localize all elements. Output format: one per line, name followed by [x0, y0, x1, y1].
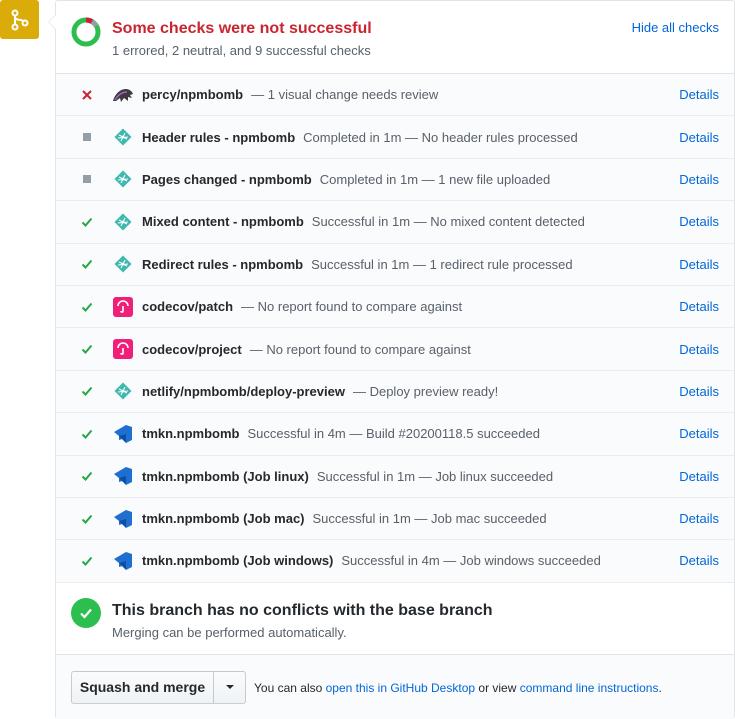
check-details-link[interactable]: Details: [679, 469, 719, 484]
git-merge-icon: [0, 0, 39, 39]
check-icon: [80, 257, 94, 271]
check-row: Header rules - npmbomb Completed in 1m — …: [56, 116, 734, 159]
alternate-merge-text: You can also open this in GitHub Desktop…: [254, 680, 662, 695]
check-row: codecov/patch — No report found to compar…: [56, 285, 734, 329]
check-description: Completed in 1m — 1 new file uploaded: [319, 171, 551, 187]
check-icon: [80, 512, 94, 526]
check-name: codecov/patch: [142, 299, 234, 315]
check-details-link[interactable]: Details: [679, 172, 719, 187]
netlify-icon: [112, 380, 134, 402]
check-description: — 1 visual change needs review: [251, 87, 439, 103]
check-icon: [80, 469, 94, 483]
caret-down-icon: [225, 685, 234, 690]
check-row: tmkn.npmbomb (Job mac) Successful in 1m —…: [56, 497, 734, 541]
square-icon: [80, 130, 94, 144]
check-description: Successful in 1m — No mixed content dete…: [311, 214, 585, 230]
check-name: codecov/project: [142, 341, 242, 357]
check-name: Pages changed - npmbomb: [142, 171, 312, 187]
check-name: tmkn.npmbomb (Job mac): [142, 511, 305, 527]
check-details-link[interactable]: Details: [679, 299, 719, 314]
check-row: tmkn.npmbomb (Job linux) Successful in 1m…: [56, 455, 734, 498]
check-row: Redirect rules - npmbomb Successful in 1m…: [56, 243, 734, 286]
check-icon: [80, 215, 94, 229]
azure-icon: [112, 550, 134, 572]
azure-icon: [112, 508, 134, 530]
check-circle-icon: [71, 597, 101, 628]
check-name: Header rules - npmbomb: [142, 129, 296, 145]
check-description: Successful in 4m — Build #20200118.5 suc…: [247, 426, 540, 442]
check-row: tmkn.npmbomb (Job windows) Successful in …: [56, 540, 734, 583]
command-line-instructions-link[interactable]: command line instructions: [520, 681, 659, 695]
check-name: netlify/npmbomb/deploy-preview: [142, 383, 345, 399]
check-name: tmkn.npmbomb (Job windows): [142, 553, 334, 569]
check-details-link[interactable]: Details: [679, 426, 719, 441]
check-details-link[interactable]: Details: [679, 214, 719, 229]
check-details-link[interactable]: Details: [679, 130, 719, 145]
check-description: — No report found to compare against: [241, 299, 463, 315]
check-icon: [80, 427, 94, 441]
check-description: Completed in 1m — No header rules proces…: [303, 129, 578, 145]
conflicts-subtitle: Merging can be performed automatically.: [112, 624, 347, 640]
check-description: Successful in 4m — Job windows succeeded: [341, 553, 601, 569]
merge-button-group: Squash and merge: [71, 670, 246, 704]
check-icon: [80, 342, 94, 356]
check-row: tmkn.npmbomb Successful in 4m — Build #20…: [56, 413, 734, 456]
check-icon: [80, 554, 94, 568]
check-name: Mixed content - npmbomb: [142, 214, 304, 230]
netlify-icon: [112, 126, 134, 148]
squash-and-merge-button[interactable]: Squash and merge: [71, 670, 214, 704]
check-description: Successful in 1m — 1 redirect rule proce…: [311, 256, 573, 272]
checks-list: percy/npmbomb — 1 visual change needs rev…: [56, 74, 734, 583]
checks-status-summary: 1 errored, 2 neutral, and 9 successful c…: [112, 43, 371, 58]
check-description: Successful in 1m — Job mac succeeded: [312, 511, 547, 527]
check-row: netlify/npmbomb/deploy-preview — Deploy p…: [56, 370, 734, 414]
checks-status-header: Some checks were not successful 1 errore…: [56, 1, 734, 74]
azure-icon: [112, 423, 134, 445]
percy-icon: [112, 84, 134, 106]
checks-status-title: Some checks were not successful: [112, 20, 372, 37]
check-details-link[interactable]: Details: [679, 553, 719, 568]
check-name: Redirect rules - npmbomb: [142, 256, 304, 272]
check-row: Mixed content - npmbomb Successful in 1m …: [56, 201, 734, 244]
merge-method-dropdown-button[interactable]: [214, 670, 246, 704]
check-row: codecov/project — No report found to comp…: [56, 328, 734, 371]
azure-icon: [112, 465, 134, 487]
merge-footer: Squash and merge You can also open this …: [56, 654, 734, 719]
checks-progress-ring-icon: [71, 17, 101, 47]
codecov-icon: [112, 338, 134, 360]
check-details-link[interactable]: Details: [679, 511, 719, 526]
check-name: tmkn.npmbomb (Job linux): [142, 468, 309, 484]
check-description: — No report found to compare against: [249, 341, 471, 357]
open-github-desktop-link[interactable]: open this in GitHub Desktop: [326, 681, 475, 695]
check-details-link[interactable]: Details: [679, 87, 719, 102]
check-details-link[interactable]: Details: [679, 342, 719, 357]
netlify-icon: [112, 253, 134, 275]
conflicts-section: This branch has no conflicts with the ba…: [56, 583, 734, 655]
check-row: Pages changed - npmbomb Completed in 1m —…: [56, 158, 734, 202]
check-description: — Deploy preview ready!: [352, 383, 499, 399]
netlify-icon: [112, 211, 134, 233]
codecov-icon: [112, 296, 134, 318]
check-name: percy/npmbomb: [142, 87, 244, 103]
check-details-link[interactable]: Details: [679, 384, 719, 399]
x-icon: [80, 88, 94, 102]
merge-status-panel: Some checks were not successful 1 errore…: [48, 0, 735, 719]
check-details-link[interactable]: Details: [679, 257, 719, 272]
netlify-icon: [112, 168, 134, 190]
check-description: Successful in 1m — Job linux succeeded: [316, 468, 554, 484]
hide-all-checks-link[interactable]: Hide all checks: [632, 20, 719, 35]
check-row: percy/npmbomb — 1 visual change needs rev…: [56, 74, 734, 117]
check-icon: [80, 300, 94, 314]
conflicts-title: This branch has no conflicts with the ba…: [112, 601, 493, 619]
square-icon: [80, 172, 94, 186]
check-icon: [80, 384, 94, 398]
check-name: tmkn.npmbomb: [142, 426, 240, 442]
